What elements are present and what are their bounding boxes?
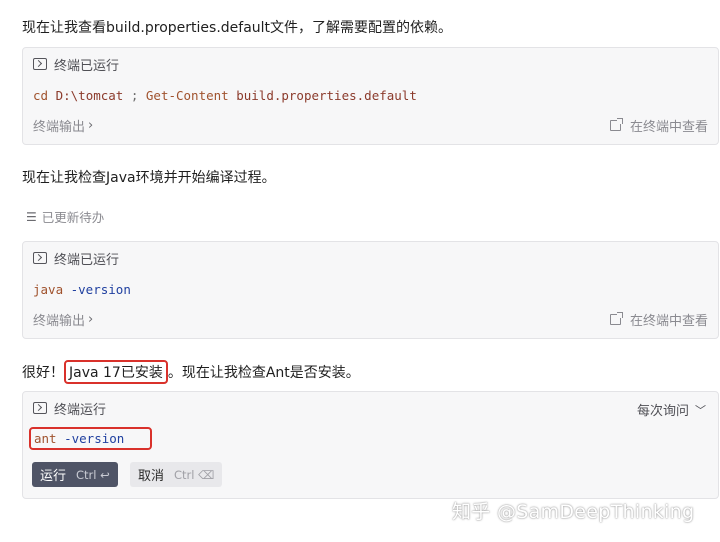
external-link-icon [609, 118, 623, 131]
command-name: java [33, 282, 64, 297]
chevron-right-icon: › [88, 312, 94, 327]
command-arg: build.properties.default [228, 88, 417, 103]
terminal-header-2: 终端已运行 [33, 248, 119, 268]
external-link-icon [609, 312, 623, 325]
command-separator: ; [123, 88, 146, 103]
command-name: Get-Content [145, 88, 229, 103]
terminal-command-1: cd D:\tomcat ; Get-Content build.propert… [33, 88, 417, 103]
run-button[interactable]: 运行 Ctrl ↩ [32, 462, 118, 487]
command-name: cd [33, 88, 49, 103]
highlighted-text-box: Java 17已安装 [64, 360, 168, 384]
cancel-label: 取消 [138, 469, 165, 484]
view-in-terminal-label: 在终端中查看 [629, 314, 708, 329]
terminal-output-toggle-1[interactable]: 终端输出 › [33, 116, 93, 135]
command-name: ant [34, 431, 57, 446]
terminal-card-1: 终端已运行 cd D:\tomcat ; Get-Content build.p… [22, 47, 719, 145]
cancel-shortcut: Ctrl ⌫ [174, 467, 215, 482]
terminal-card-3: 终端运行 每次询问 ﹀ ant -version 运行 Ctrl ↩ 取消 Ct… [22, 391, 719, 499]
terminal-icon [33, 402, 47, 414]
terminal-header-3: 终端运行 [33, 398, 106, 418]
message-text: 。现在让我检查Ant是否安装。 [167, 365, 360, 381]
terminal-command-2: java -version [33, 282, 131, 297]
terminal-output-label: 终端输出 [33, 120, 86, 135]
terminal-command-3: ant -version [29, 427, 152, 450]
message-text: 很好！ [22, 365, 64, 381]
terminal-icon [33, 252, 47, 264]
run-shortcut: Ctrl ↩ [76, 467, 110, 482]
watermark: 知乎 @SamDeepThinking [452, 501, 695, 523]
terminal-icon [33, 58, 47, 70]
command-flag: -version [63, 282, 131, 297]
ask-mode-label: 每次询问 [636, 404, 689, 419]
terminal-output-label: 终端输出 [33, 314, 86, 329]
command-flag: -version [56, 431, 125, 446]
terminal-header-label: 终端已运行 [54, 252, 120, 268]
assistant-message-3: 很好！ Java 17已安装 。现在让我检查Ant是否安装。 [22, 360, 360, 384]
list-icon: ☰ [26, 209, 37, 224]
command-arg: D:\tomcat [48, 88, 124, 103]
view-in-terminal-label: 在终端中查看 [629, 120, 708, 135]
assistant-message-1: 现在让我查看build.properties.default文件，了解需要配置的… [22, 20, 453, 36]
chevron-right-icon: › [88, 118, 94, 133]
terminal-header-1: 终端已运行 [33, 54, 119, 74]
terminal-output-toggle-2[interactable]: 终端输出 › [33, 310, 93, 329]
terminal-card-2: 终端已运行 java -version 终端输出 › 在终端中查看 [22, 241, 719, 339]
view-in-terminal-button-2[interactable]: 在终端中查看 [609, 310, 708, 329]
ask-mode-dropdown[interactable]: 每次询问 ﹀ [636, 400, 706, 420]
cancel-button[interactable]: 取消 Ctrl ⌫ [130, 462, 223, 487]
assistant-message-2: 现在让我检查Java环境并开始编译过程。 [22, 170, 276, 186]
todo-updated-indicator[interactable]: ☰ 已更新待办 [26, 207, 104, 226]
terminal-header-label: 终端已运行 [54, 58, 120, 74]
todo-updated-label: 已更新待办 [41, 210, 105, 225]
view-in-terminal-button-1[interactable]: 在终端中查看 [609, 116, 708, 135]
run-label: 运行 [40, 469, 67, 484]
chevron-down-icon: ﹀ [695, 403, 706, 417]
terminal-header-label: 终端运行 [54, 402, 107, 418]
